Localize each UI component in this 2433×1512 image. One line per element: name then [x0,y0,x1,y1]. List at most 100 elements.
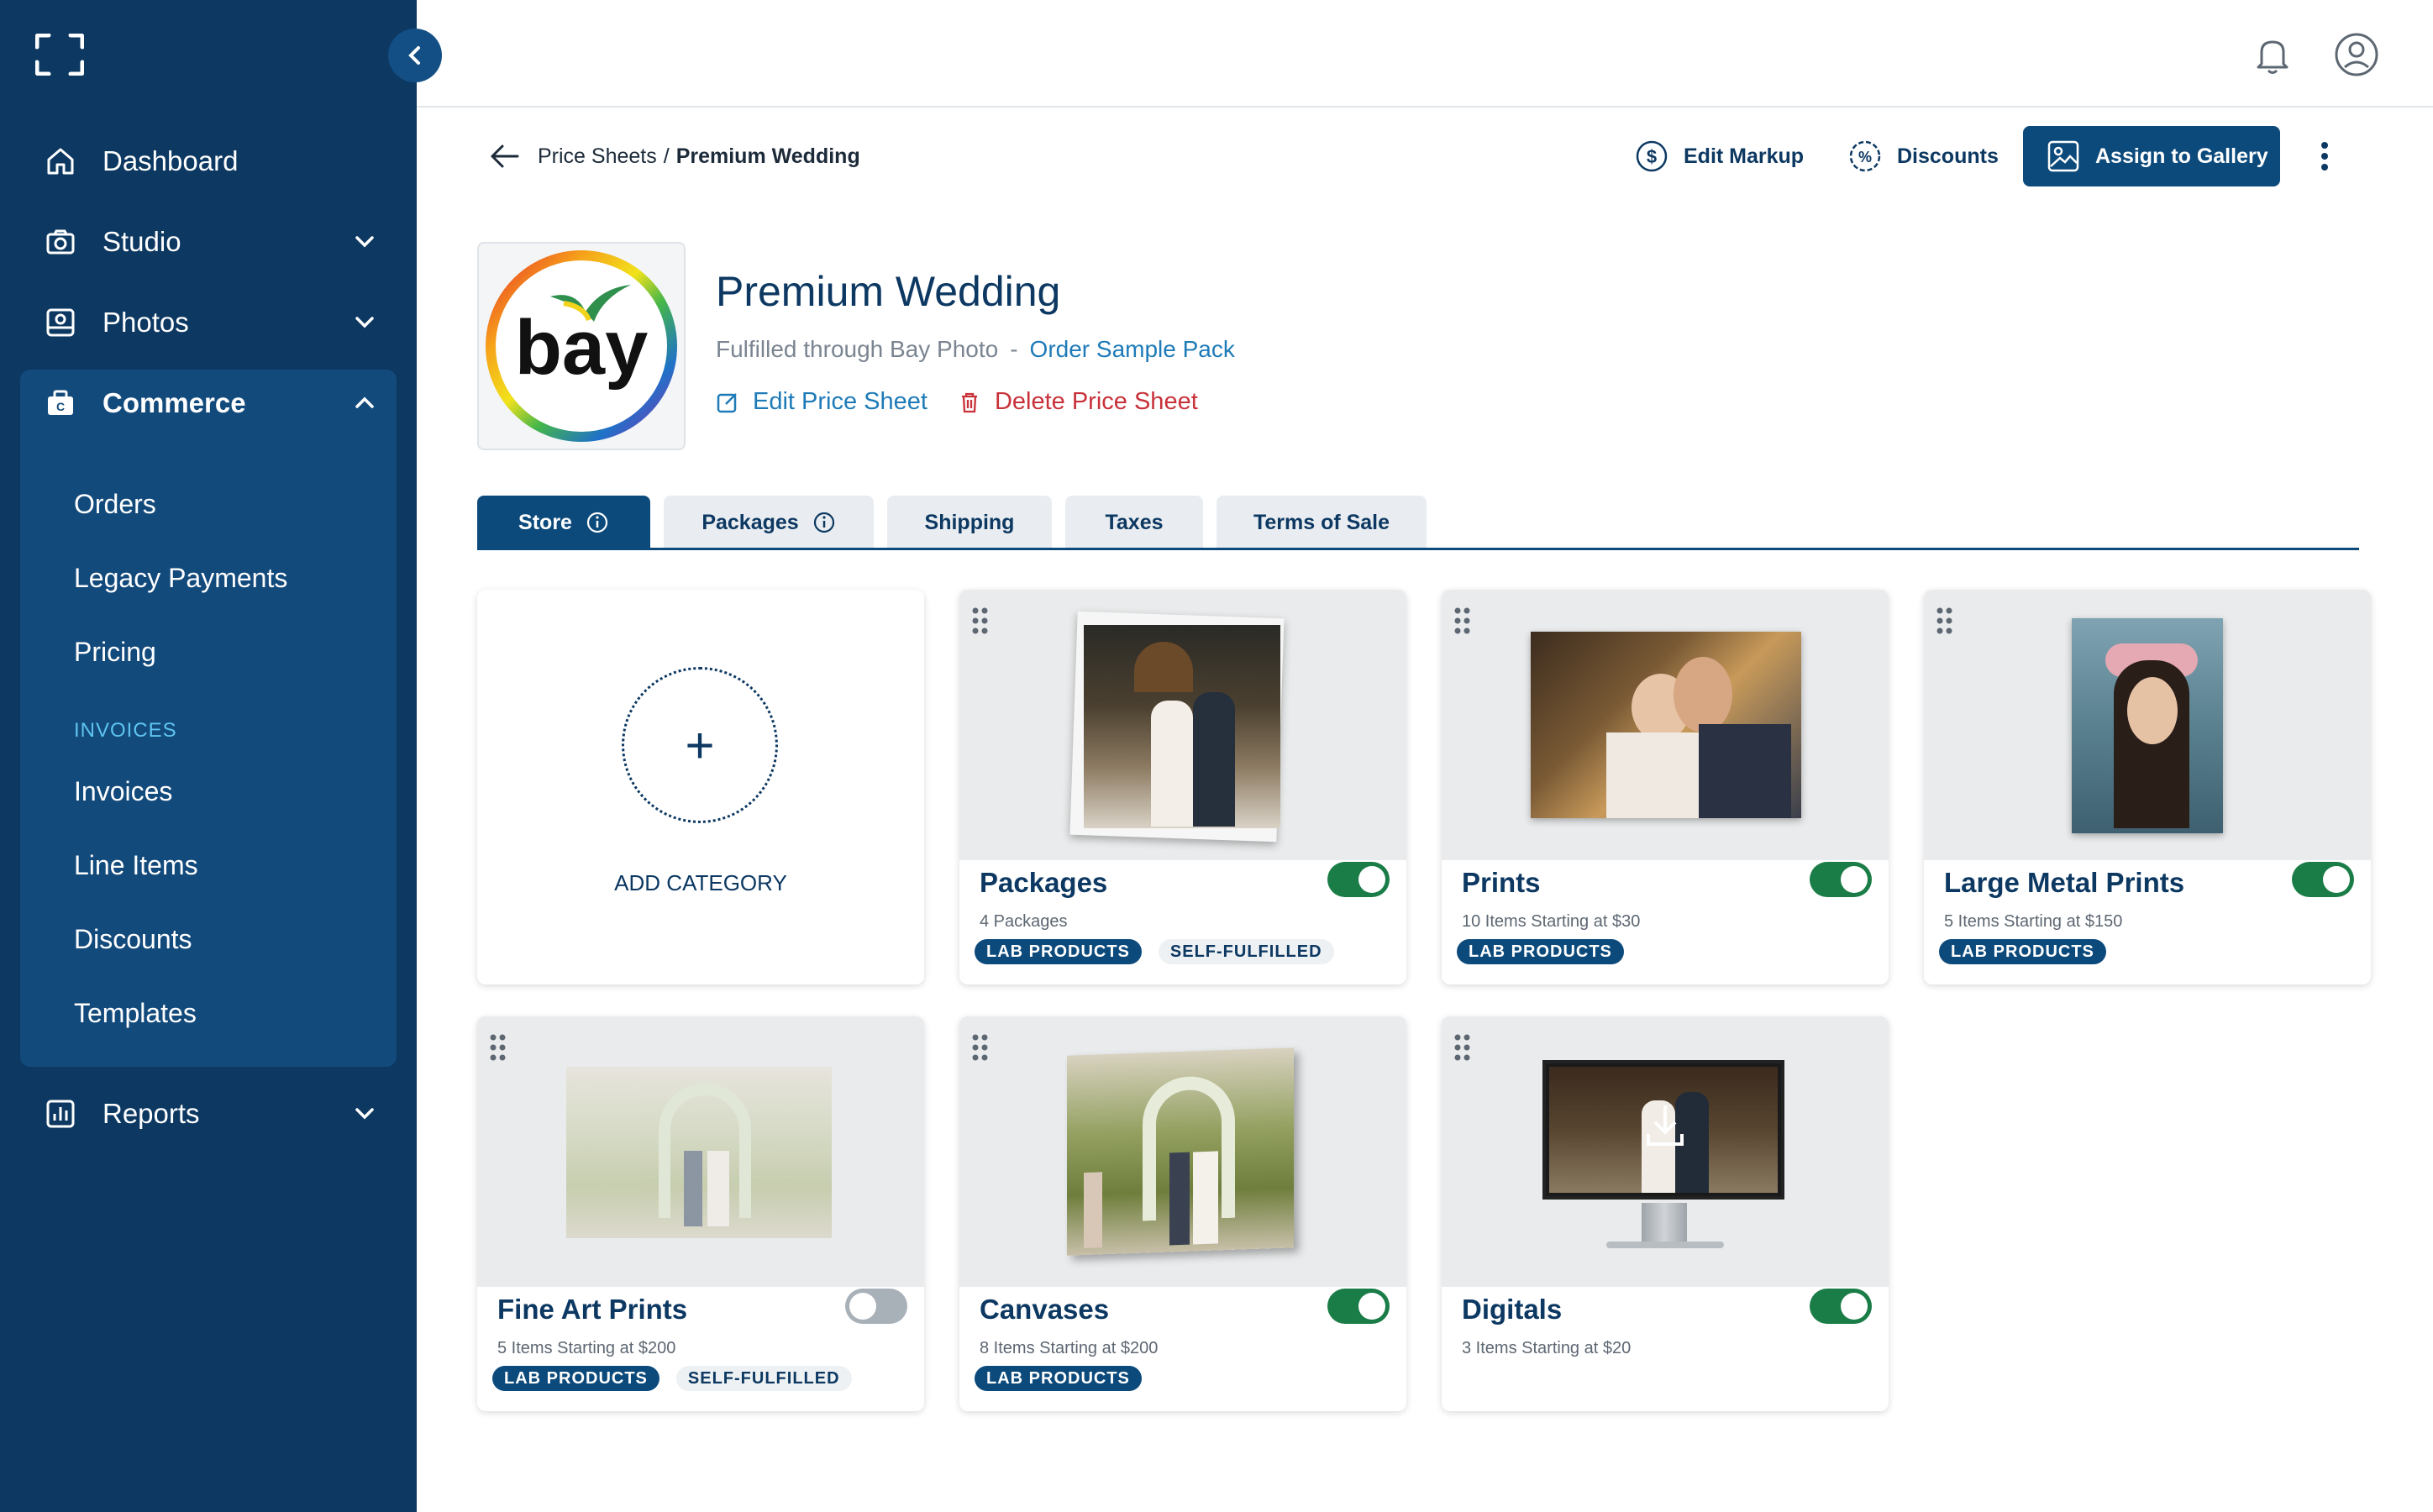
fulfillment-info: Fulfilled through Bay Photo - Order Samp… [716,336,1235,363]
tab-shipping[interactable]: Shipping [887,496,1052,549]
bay-photo-logo: bay [477,242,686,450]
tab-label: Packages [702,510,799,534]
category-thumbnail [477,1016,924,1287]
invoices-section-label: INVOICES [74,719,177,742]
drag-handle-icon[interactable] [489,1033,507,1062]
tab-store[interactable]: Store [477,496,650,549]
tab-terms-of-sale[interactable]: Terms of Sale [1216,496,1427,549]
info-icon[interactable] [586,511,609,534]
logo-text: bay [515,305,649,391]
category-name: Digitals [1462,1294,1563,1325]
tag-lab-products: LAB PRODUCTS [492,1366,659,1391]
assign-to-gallery-button[interactable]: Assign to Gallery [2023,126,2280,186]
sidebar-item-orders[interactable]: Orders [74,479,156,529]
edit-price-sheet-link[interactable]: Edit Price Sheet [716,388,927,416]
sidebar-item-discounts[interactable]: Discounts [74,914,192,964]
chevron-up-icon [355,396,374,408]
sidebar-item-commerce[interactable]: C Commerce [0,370,417,437]
collapse-sidebar-button[interactable] [388,29,442,82]
discounts-button[interactable]: % Discounts [1848,134,1999,178]
drag-handle-icon[interactable] [1936,606,1954,635]
drag-handle-icon[interactable] [1453,1033,1472,1062]
download-icon [1647,1105,1684,1146]
breadcrumb-current: Premium Wedding [675,144,860,168]
photos-icon [44,306,77,339]
tab-label: Shipping [924,510,1015,534]
fulfilled-by: Fulfilled through Bay Photo [716,336,999,362]
category-thumbnail [1924,590,2371,860]
category-name: Canvases [980,1294,1110,1325]
category-meta: 5 Items Starting at $150 [1944,912,2123,931]
category-card-large-metal-prints[interactable]: Large Metal Prints 5 Items Starting at $… [1924,590,2371,984]
category-card-prints[interactable]: Prints 10 Items Starting at $30 LAB PROD… [1442,590,1889,984]
category-toggle[interactable] [1327,1289,1390,1324]
tab-label: Store [518,510,572,534]
category-toggle[interactable] [2292,862,2354,897]
drag-handle-icon[interactable] [1453,606,1472,635]
sidebar-item-invoices[interactable]: Invoices [74,766,172,816]
camera-icon [44,225,77,259]
tab-label: Terms of Sale [1253,510,1390,534]
tag-lab-products: LAB PRODUCTS [1457,939,1624,964]
category-tags: LAB PRODUCTS SELF-FULFILLED [975,939,1334,964]
sidebar-item-line-items[interactable]: Line Items [74,840,198,890]
fullscreen-brackets-icon[interactable] [35,34,84,76]
delete-price-sheet-link[interactable]: Delete Price Sheet [958,388,1198,416]
tab-bar: Store Packages Shipping Taxes Terms of S… [477,496,1427,549]
commerce-icon: C [44,386,77,420]
more-options-icon[interactable] [2312,139,2337,173]
category-toggle[interactable] [1327,862,1390,897]
bell-icon[interactable] [2250,32,2295,77]
category-card-canvases[interactable]: Canvases 8 Items Starting at $200 LAB PR… [959,1016,1406,1411]
chevron-down-icon [355,1108,374,1120]
sidebar-item-label: Reports [102,1098,200,1129]
tag-self-fulfilled: SELF-FULFILLED [675,1366,852,1391]
breadcrumb-parent[interactable]: Price Sheets [538,144,657,169]
category-card-packages[interactable]: Packages 4 Packages LAB PRODUCTS SELF-FU… [959,590,1406,984]
drag-handle-icon[interactable] [971,1033,990,1062]
top-bar [417,0,2433,108]
chevron-down-icon [355,236,374,248]
trash-icon [961,392,977,412]
category-toggle[interactable] [1810,1289,1872,1324]
sidebar-item-dashboard[interactable]: Dashboard [0,128,417,195]
edit-markup-label: Edit Markup [1684,144,1805,168]
assign-to-gallery-label: Assign to Gallery [2095,144,2268,168]
category-tags: LAB PRODUCTS [975,1366,1142,1391]
order-sample-pack-link[interactable]: Order Sample Pack [1030,336,1235,363]
info-icon[interactable] [812,511,836,534]
tab-packages[interactable]: Packages [664,496,874,549]
bay-photo-logo-image: bay [486,250,677,442]
category-meta: 8 Items Starting at $200 [980,1339,1159,1357]
category-toggle[interactable] [1810,862,1872,897]
add-category-button[interactable]: + [622,667,778,823]
sidebar-item-reports[interactable]: Reports [0,1080,417,1147]
category-name: Prints [1462,867,1541,898]
tag-lab-products: LAB PRODUCTS [1939,939,2106,964]
sidebar-item-label: Dashboard [102,145,239,176]
category-thumbnail [1442,1016,1889,1287]
breadcrumb: Price Sheets / Premium Wedding [538,141,860,171]
drag-handle-icon[interactable] [971,606,990,635]
gallery-icon [2047,140,2079,172]
edit-markup-button[interactable]: $ Edit Markup [1635,134,1804,178]
category-tags: LAB PRODUCTS [1457,939,1624,964]
chevron-down-icon [355,317,374,328]
category-card-fine-art-prints[interactable]: Fine Art Prints 5 Items Starting at $200… [477,1016,924,1411]
sidebar-item-templates[interactable]: Templates [74,988,197,1038]
sidebar: Dashboard Studio Photos C Commerce Order… [0,0,417,1512]
category-card-digitals[interactable]: Digitals 3 Items Starting at $20 [1442,1016,1889,1411]
sidebar-item-photos[interactable]: Photos [0,289,417,356]
tab-taxes[interactable]: Taxes [1065,496,1203,549]
sidebar-item-legacy-payments[interactable]: Legacy Payments [74,553,287,603]
category-toggle[interactable] [845,1289,907,1324]
svg-text:$: $ [1647,146,1657,167]
back-arrow-icon[interactable] [487,141,521,171]
category-thumbnail [959,590,1406,860]
tag-lab-products: LAB PRODUCTS [975,939,1142,964]
user-icon[interactable] [2334,32,2379,77]
breadcrumb-separator: / [663,144,670,168]
sidebar-item-pricing[interactable]: Pricing [74,627,156,677]
sidebar-item-studio[interactable]: Studio [0,208,417,276]
add-category-card[interactable]: + ADD CATEGORY [477,590,924,984]
